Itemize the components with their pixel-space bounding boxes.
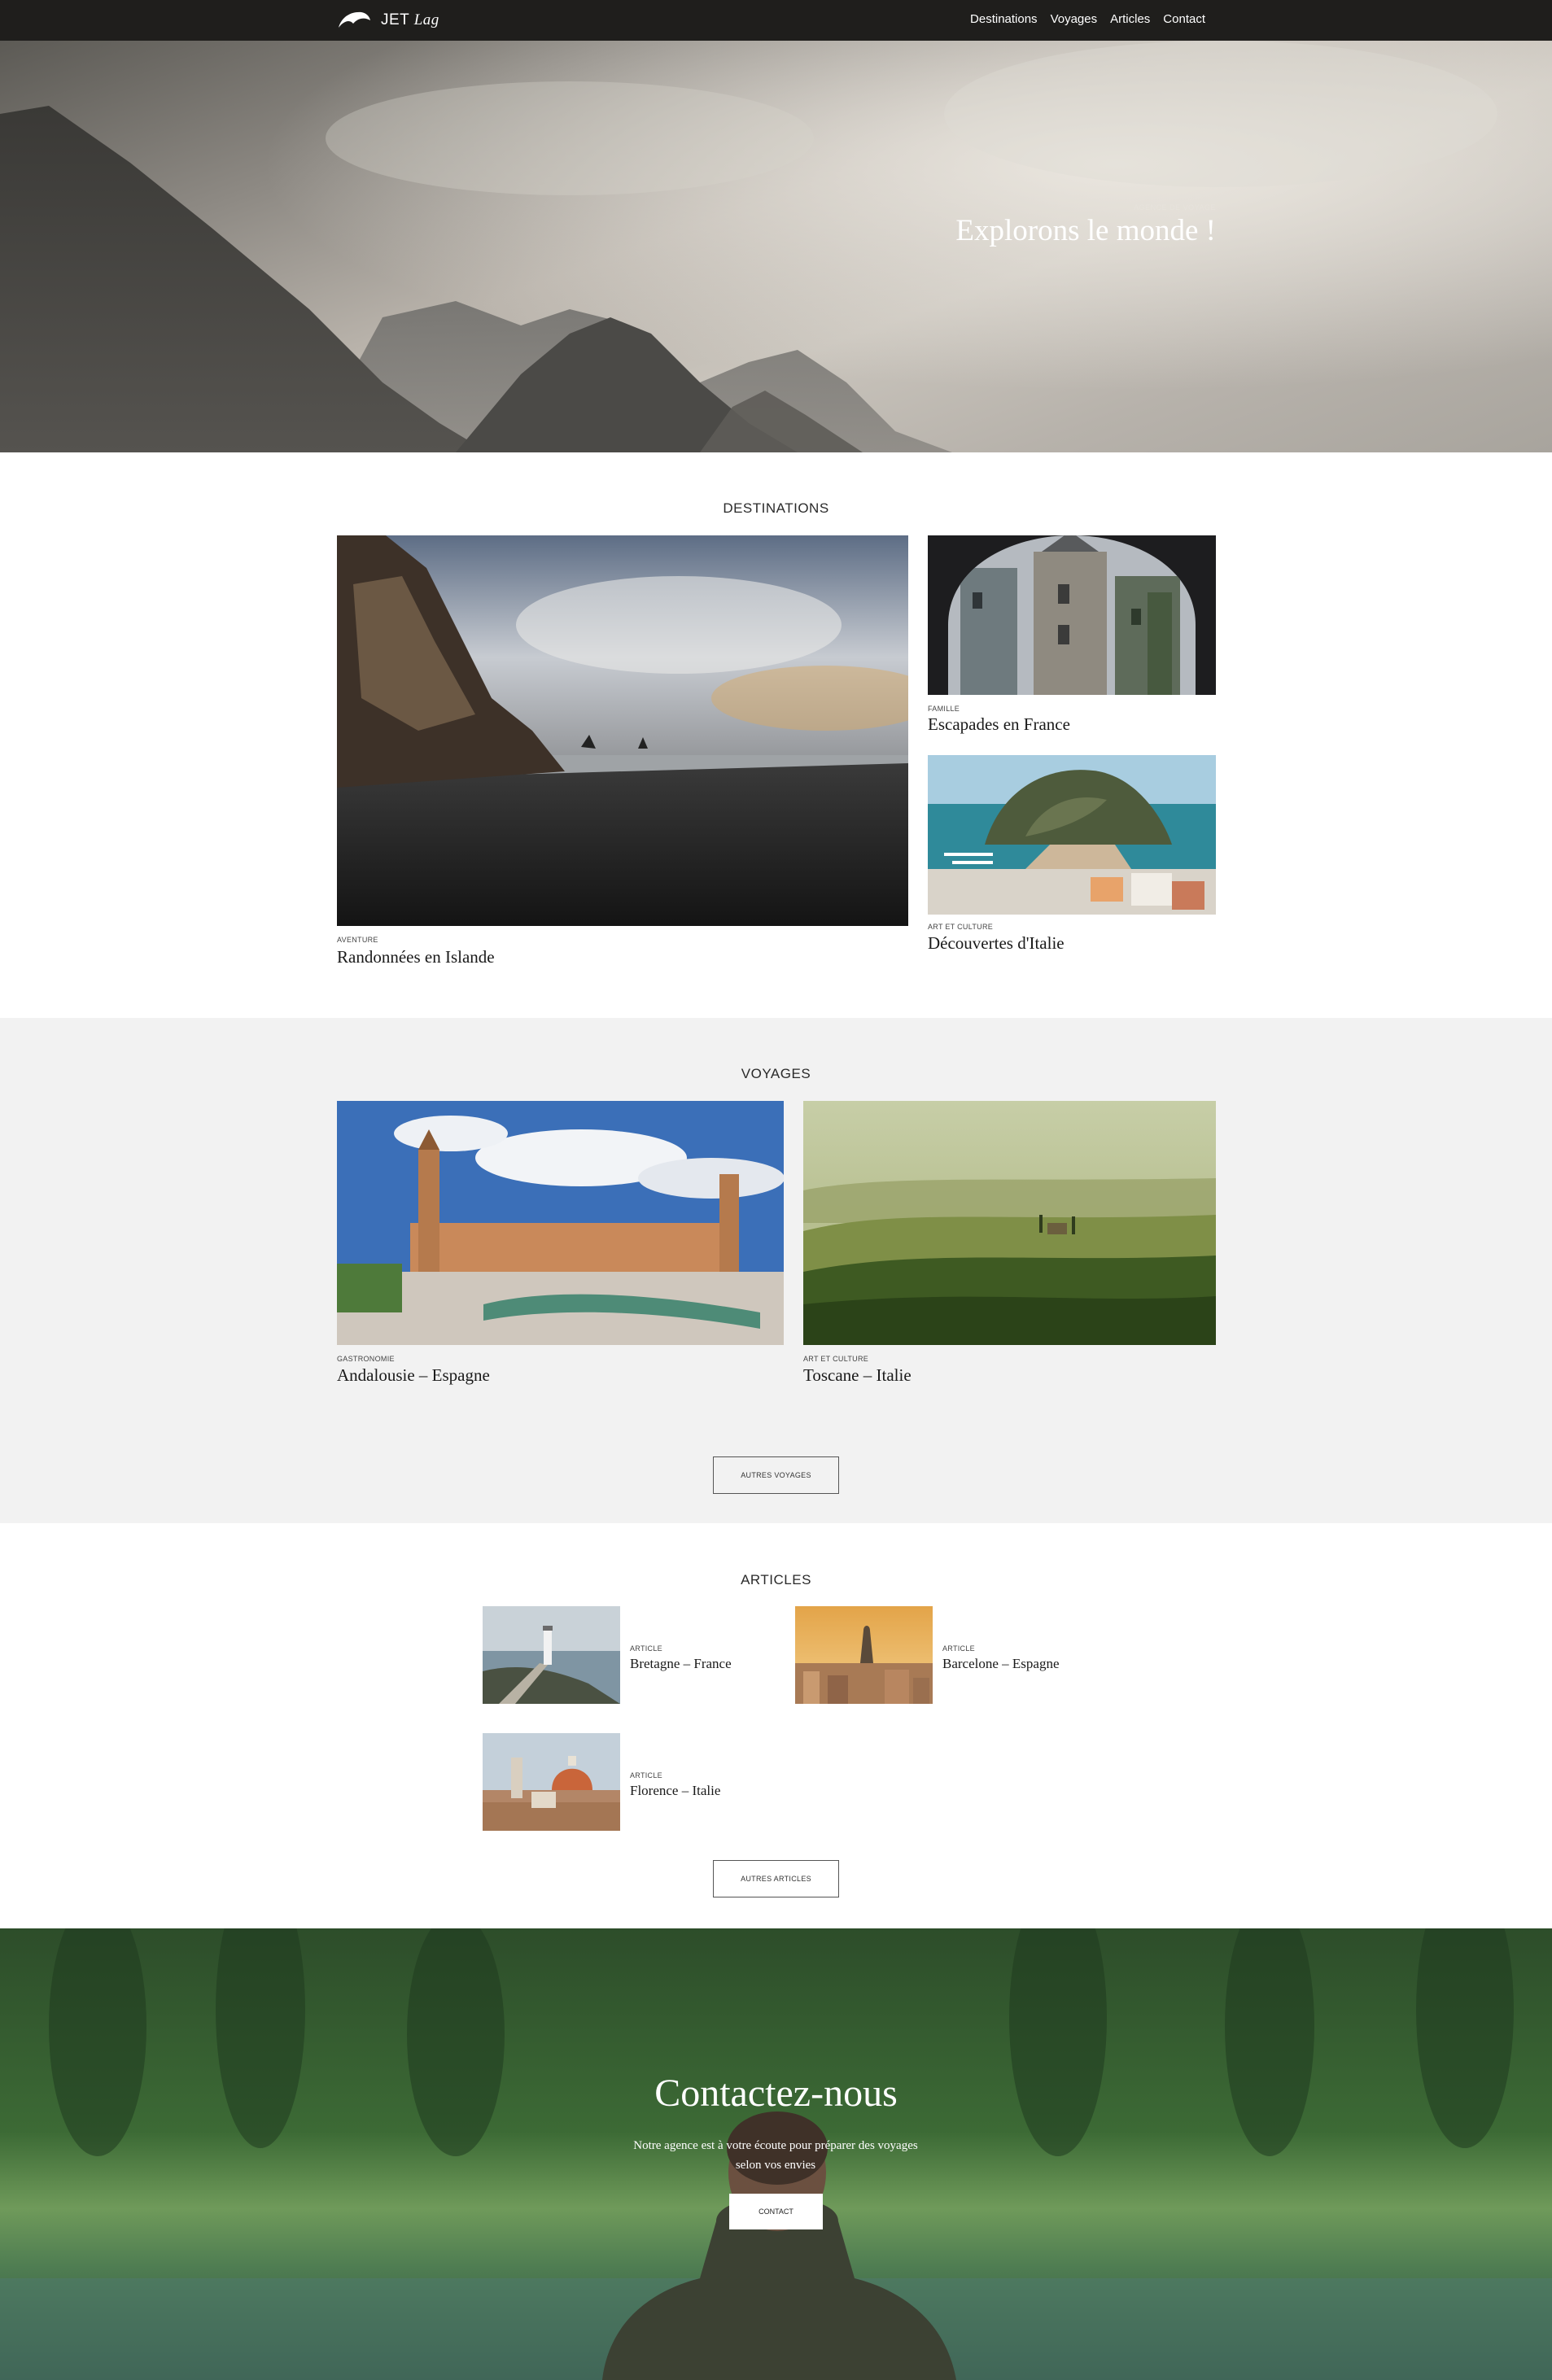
article-category-florence: ARTICLE bbox=[630, 1771, 662, 1780]
destinations-heading: DESTINATIONS bbox=[723, 500, 829, 516]
articles-heading: ARTICLES bbox=[741, 1572, 811, 1587]
logo-mark-icon bbox=[339, 11, 370, 28]
destination-title-iceland[interactable]: Randonnées en Islande bbox=[337, 947, 495, 967]
destination-photo-france[interactable] bbox=[928, 535, 1216, 695]
contact-button[interactable]: CONTACT bbox=[729, 2194, 823, 2229]
brand-accent: Lag bbox=[413, 11, 439, 28]
article-title-florence[interactable]: Florence – Italie bbox=[630, 1783, 720, 1799]
voyages-heading: VOYAGES bbox=[741, 1066, 811, 1081]
bretagne-lighthouse-image bbox=[483, 1606, 620, 1704]
voyage-photo-toscane[interactable] bbox=[803, 1101, 1216, 1345]
brand-main: JET bbox=[381, 11, 409, 28]
seville-plaza-image bbox=[337, 1101, 784, 1345]
france-village-image bbox=[928, 535, 1216, 695]
destination-photo-italy[interactable] bbox=[928, 755, 1216, 915]
voyage-category-andalousie: GASTRONOMIE bbox=[337, 1355, 395, 1363]
hero-title: Explorons le monde ! bbox=[955, 214, 1216, 247]
brand-logo[interactable]: JET Lag bbox=[337, 10, 439, 31]
destination-category-italy: ART ET CULTURE bbox=[928, 923, 994, 931]
top-navbar: JET Lag Destinations Voyages Articles Co… bbox=[0, 0, 1552, 41]
hero-mountain-image bbox=[0, 41, 1552, 452]
hero-kicker: Agence de voyage bbox=[1134, 203, 1216, 212]
article-title-bretagne[interactable]: Bretagne – France bbox=[630, 1656, 732, 1672]
contact-title: Contactez-nous bbox=[654, 2072, 898, 2115]
article-photo-florence[interactable] bbox=[483, 1733, 620, 1831]
italy-island-image bbox=[928, 755, 1216, 915]
destination-title-italy[interactable]: Découvertes d'Italie bbox=[928, 933, 1065, 954]
article-photo-barcelone[interactable] bbox=[795, 1606, 933, 1704]
contact-text: Notre agence est à votre écoute pour pré… bbox=[633, 2139, 918, 2172]
more-articles-button[interactable]: AUTRES ARTICLES bbox=[713, 1860, 839, 1897]
article-category-barcelone: ARTICLE bbox=[942, 1644, 975, 1653]
voyage-photo-andalousie[interactable] bbox=[337, 1101, 784, 1345]
barcelona-city-image bbox=[795, 1606, 933, 1704]
nav-link-destinations[interactable]: Destinations bbox=[970, 12, 1038, 26]
iceland-beach-image bbox=[337, 535, 908, 926]
voyage-category-toscane: ART ET CULTURE bbox=[803, 1355, 869, 1363]
destination-category-iceland: AVENTURE bbox=[337, 936, 378, 944]
more-voyages-button[interactable]: AUTRES VOYAGES bbox=[713, 1456, 839, 1494]
nav-link-articles[interactable]: Articles bbox=[1110, 12, 1150, 26]
florence-duomo-image bbox=[483, 1733, 620, 1831]
destination-photo-iceland[interactable] bbox=[337, 535, 908, 926]
article-category-bretagne: ARTICLE bbox=[630, 1644, 662, 1653]
brand-name: JET Lag bbox=[381, 11, 439, 29]
hero-banner: Agence de voyage Explorons le monde ! bbox=[0, 41, 1552, 452]
destination-title-france[interactable]: Escapades en France bbox=[928, 714, 1070, 735]
nav-menu: Destinations Voyages Articles Contact bbox=[970, 12, 1205, 26]
tuscany-hills-image bbox=[803, 1101, 1216, 1345]
nav-link-voyages[interactable]: Voyages bbox=[1051, 12, 1098, 26]
destination-category-france: FAMILLE bbox=[928, 705, 960, 713]
nav-link-contact[interactable]: Contact bbox=[1163, 12, 1205, 26]
article-photo-bretagne[interactable] bbox=[483, 1606, 620, 1704]
article-title-barcelone[interactable]: Barcelone – Espagne bbox=[942, 1656, 1060, 1672]
voyage-title-toscane[interactable]: Toscane – Italie bbox=[803, 1365, 912, 1386]
voyage-title-andalousie[interactable]: Andalousie – Espagne bbox=[337, 1365, 490, 1386]
